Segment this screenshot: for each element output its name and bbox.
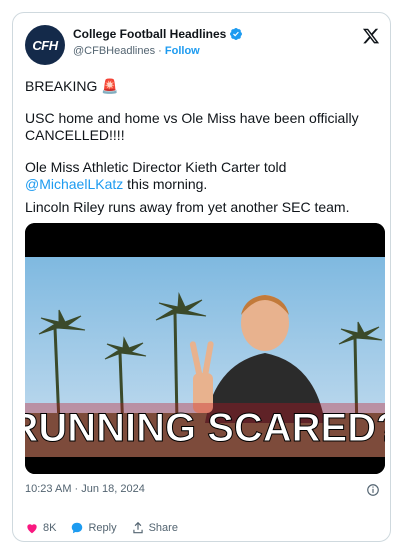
like-action[interactable]: 8K xyxy=(25,521,56,535)
handle-row: @CFBHeadlines · Follow xyxy=(73,45,200,57)
name-row: College Football Headlines xyxy=(73,27,243,41)
account-name[interactable]: College Football Headlines xyxy=(73,27,226,41)
carter-text-after: this morning. xyxy=(123,176,208,192)
reply-action[interactable]: Reply xyxy=(70,521,117,535)
media-overlay-text: RUNNING SCARED? xyxy=(25,406,385,450)
tweet-header: CFH College Football Headlines @CFBHeadl… xyxy=(25,25,380,67)
avatar-text: CFH xyxy=(32,37,58,53)
media-image: RUNNING SCARED? xyxy=(25,223,385,474)
carter-text-before: Ole Miss Athletic Director Kieth Carter … xyxy=(25,159,287,175)
tweet-actions: 8K Reply Share xyxy=(25,518,380,538)
info-icon[interactable] xyxy=(366,483,380,497)
handle-separator: · xyxy=(158,45,162,57)
reply-icon xyxy=(72,522,83,534)
tweet-line-breaking: BREAKING 🚨 xyxy=(25,78,119,94)
share-icon xyxy=(132,521,143,534)
tweet-paragraph-riley: Lincoln Riley runs away from yet another… xyxy=(25,199,350,215)
tweet-paragraph-cancelled: USC home and home vs Ole Miss have been … xyxy=(25,110,359,143)
tweet-meta: 10:23 AM · Jun 18, 2024 xyxy=(25,483,380,501)
follow-button[interactable]: Follow xyxy=(165,45,200,57)
timestamp[interactable]: 10:23 AM · Jun 18, 2024 xyxy=(25,483,145,495)
reply-label: Reply xyxy=(88,522,117,534)
share-action[interactable]: Share xyxy=(131,521,178,535)
tweet-card: CFH College Football Headlines @CFBHeadl… xyxy=(12,12,391,542)
x-logo-icon[interactable] xyxy=(362,27,380,45)
avatar[interactable]: CFH xyxy=(25,25,65,65)
heart-icon xyxy=(27,524,37,534)
verified-badge-icon xyxy=(230,28,243,40)
tweet-paragraph-carter: Ole Miss Athletic Director Kieth Carter … xyxy=(25,159,385,193)
mention-link[interactable]: @MichaelLKatz xyxy=(25,176,123,192)
share-label: Share xyxy=(148,522,178,534)
like-count: 8K xyxy=(43,522,57,534)
account-handle[interactable]: @CFBHeadlines xyxy=(73,45,155,57)
tweet-media[interactable]: RUNNING SCARED? xyxy=(25,223,385,474)
